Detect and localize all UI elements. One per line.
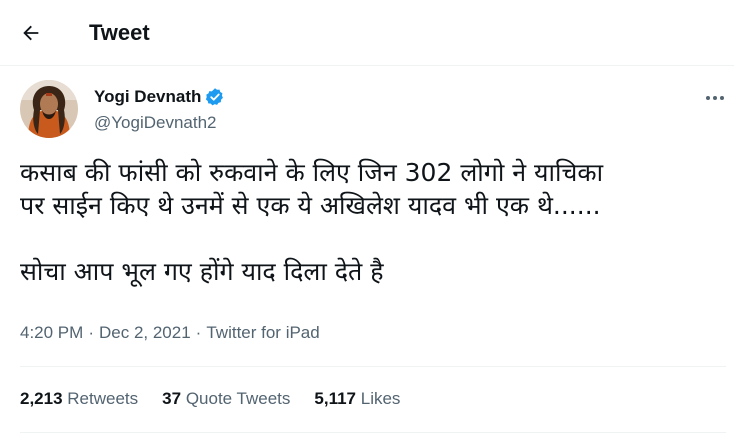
arrow-left-icon — [23, 25, 39, 41]
tweet-stats: 2,213 Retweets 37 Quote Tweets 5,117 Lik… — [20, 388, 400, 410]
avatar[interactable] — [20, 80, 78, 138]
quote-tweets-label: Quote Tweets — [185, 389, 291, 408]
tweet-meta: 4:20 PM · Dec 2, 2021 · Twitter for iPad — [20, 322, 320, 344]
tweet-date[interactable]: Dec 2, 2021 — [99, 322, 191, 344]
likes-label: Likes — [360, 389, 401, 408]
top-bar: Tweet — [0, 0, 734, 66]
tweet-text-line: कसाब की फांसी को रुकवाने के लिए जिन 302 … — [20, 158, 604, 187]
verified-badge-icon — [205, 87, 225, 107]
tweet-text: कसाब की फांसी को रुकवाने के लिए जिन 302 … — [20, 156, 720, 288]
divider — [20, 366, 726, 367]
tweet-time[interactable]: 4:20 PM — [20, 322, 83, 344]
tweet-text-line: पर साईन किए थे उनमें से एक ये अखिलेश याद… — [20, 191, 601, 220]
more-horizontal-icon — [706, 96, 724, 100]
retweets-count: 2,213 — [20, 389, 63, 408]
author-name-line: Yogi Devnath — [94, 86, 225, 108]
more-options-button[interactable] — [698, 86, 732, 110]
retweets-stat[interactable]: 2,213 Retweets — [20, 388, 138, 410]
likes-count: 5,117 — [314, 389, 357, 408]
quote-tweets-count: 37 — [162, 389, 182, 408]
likes-stat[interactable]: 5,117 Likes — [314, 388, 400, 410]
divider — [20, 432, 726, 433]
author-handle[interactable]: @YogiDevnath2 — [94, 112, 217, 134]
meta-separator: · — [88, 323, 94, 342]
quote-tweets-stat[interactable]: 37 Quote Tweets — [162, 388, 290, 410]
back-button[interactable] — [14, 16, 48, 50]
retweets-label: Retweets — [67, 389, 139, 408]
page-title: Tweet — [89, 20, 150, 45]
tweet-source-link[interactable]: Twitter for iPad — [206, 322, 319, 344]
tweet-page: Tweet Yogi Devnath @YogiDevnath2 कसाब की… — [0, 0, 734, 437]
tweet-text-line: सोचा आप भूल गए होंगे याद दिला देते है — [20, 257, 384, 286]
avatar-image — [20, 80, 78, 138]
meta-separator: · — [195, 323, 202, 342]
author-display-name[interactable]: Yogi Devnath — [94, 86, 201, 108]
